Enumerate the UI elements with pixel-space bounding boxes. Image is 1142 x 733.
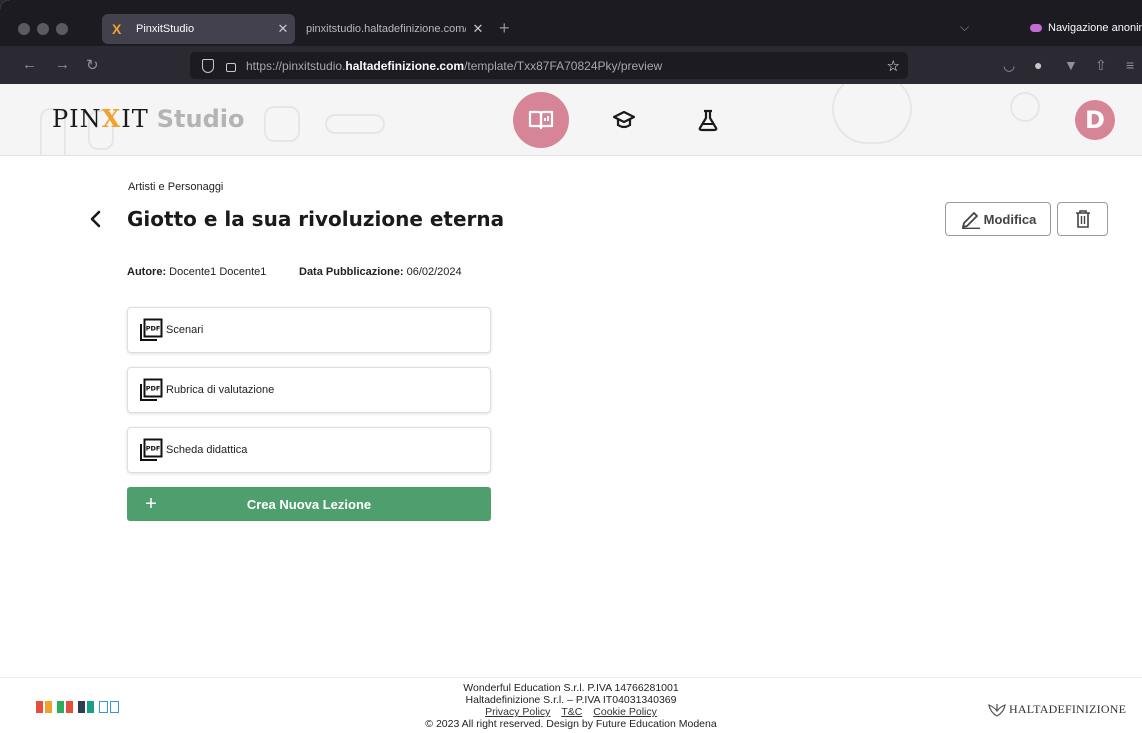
privacy-policy-link[interactable]: Privacy Policy: [485, 706, 550, 718]
close-tab-icon[interactable]: ✕: [271, 21, 295, 37]
background-decoration: [325, 114, 385, 134]
svg-text:PDF: PDF: [146, 325, 161, 333]
private-label: Navigazione anonima: [1048, 22, 1142, 34]
tab-title: PinxitStudio: [136, 23, 195, 35]
back-button[interactable]: [86, 204, 106, 234]
navigation-bar: ← → ↻ https://pinxitstudio.haltadefinizi…: [0, 46, 1142, 84]
page-title: Giotto e la sua rivoluzione eterna: [127, 207, 505, 231]
haltadefinizione-mark-icon: [988, 703, 1006, 717]
pdf-icon: PDF: [140, 318, 163, 341]
pinxit-favicon-icon: X: [112, 21, 122, 37]
bookmark-star-icon[interactable]: ☆: [887, 57, 900, 75]
publication-date-meta: Data Pubblicazione: 06/02/2024: [299, 266, 462, 278]
menu-icon[interactable]: ≡: [1126, 57, 1134, 73]
terms-link[interactable]: T&C: [561, 706, 582, 718]
zoom-window-dot[interactable]: [56, 23, 68, 35]
minimize-window-dot[interactable]: [37, 23, 49, 35]
browser-window: X PinxitStudio ✕ pinxitstudio.haltadefin…: [0, 0, 1142, 733]
site-header: PINXIT Studio D: [0, 84, 1142, 156]
new-tab-icon[interactable]: +: [499, 18, 510, 39]
close-tab-icon[interactable]: ✕: [466, 21, 490, 37]
tracking-shield-icon[interactable]: [202, 58, 214, 73]
lock-icon[interactable]: [226, 63, 236, 72]
pdf-icon: PDF: [140, 378, 163, 401]
lessons-nav-button[interactable]: [513, 92, 569, 148]
background-decoration: [1010, 92, 1040, 122]
footer-copyright: © 2023 All right reserved. Design by Fut…: [425, 718, 717, 730]
footer-links: Privacy Policy T&C Cookie Policy: [0, 706, 1142, 718]
open-book-icon: [528, 110, 554, 130]
forward-arrow-icon[interactable]: →: [55, 56, 70, 73]
private-browsing-indicator: Navigazione anonima: [1030, 22, 1142, 34]
chevron-down-icon[interactable]: ⌵: [960, 20, 969, 35]
private-mask-icon: [1030, 24, 1042, 32]
author-meta: Autore: Docente1 Docente1: [127, 266, 266, 278]
reload-icon[interactable]: ↻: [86, 56, 99, 74]
close-window-dot[interactable]: [18, 23, 30, 35]
tab-preview-url[interactable]: pinxitstudio.haltadefinizione.com/te ✕: [300, 14, 490, 44]
edit-button-label: Modifica: [983, 211, 1037, 227]
tab-title: pinxitstudio.haltadefinizione.com/te: [306, 23, 466, 35]
svg-text:PDF: PDF: [146, 385, 161, 393]
document-item-scheda[interactable]: PDF Scheda didattica: [127, 427, 491, 473]
date-label: Data Pubblicazione:: [299, 266, 404, 278]
share-icon[interactable]: ⇧: [1095, 57, 1107, 74]
document-label: Scheda didattica: [166, 444, 248, 456]
create-new-lesson-button[interactable]: + Crea Nuova Lezione: [127, 487, 491, 521]
svg-text:PDF: PDF: [146, 445, 161, 453]
delete-button[interactable]: [1057, 202, 1108, 236]
document-item-rubrica[interactable]: PDF Rubrica di valutazione: [127, 367, 491, 413]
author-value: Docente1 Docente1: [169, 266, 267, 278]
edit-button[interactable]: Modifica: [945, 202, 1051, 236]
footer-line-haltadefinizione: Haltadefinizione S.r.l. – P.IVA IT040313…: [465, 694, 677, 706]
lab-nav-button[interactable]: [692, 104, 724, 136]
document-label: Scenari: [166, 324, 204, 336]
footer-legal-text: Wonderful Education S.r.l. P.IVA 1476628…: [0, 682, 1142, 730]
create-new-lesson-label: Crea Nuova Lezione: [246, 496, 372, 512]
lesson-category: Artisti e Personaggi: [128, 181, 224, 193]
flask-icon: [698, 109, 718, 132]
background-decoration: [264, 106, 300, 142]
tab-pinxitstudio[interactable]: X PinxitStudio ✕: [102, 14, 295, 44]
extension-icon[interactable]: ●: [1034, 57, 1042, 73]
background-decoration: [832, 84, 912, 144]
graduation-cap-icon: [612, 110, 636, 129]
tab-bar: X PinxitStudio ✕ pinxitstudio.haltadefin…: [0, 0, 1142, 46]
date-value: 06/02/2024: [406, 266, 462, 278]
pencil-icon: [961, 212, 980, 229]
cookie-policy-link[interactable]: Cookie Policy: [593, 706, 657, 718]
url-text[interactable]: https://pinxitstudio.haltadefinizione.co…: [246, 59, 662, 73]
page-footer: Wonderful Education S.r.l. P.IVA 1476628…: [0, 677, 1142, 733]
vpn-icon[interactable]: ▼: [1064, 57, 1078, 73]
document-item-scenari[interactable]: PDF Scenari: [127, 307, 491, 353]
document-label: Rubrica di valutazione: [166, 384, 275, 396]
user-avatar[interactable]: D: [1075, 100, 1115, 140]
back-arrow-icon[interactable]: ←: [22, 56, 37, 73]
pdf-icon: PDF: [140, 438, 163, 461]
haltadefinizione-brand-text: HALTADEFINIZIONE: [1009, 702, 1127, 716]
pocket-icon[interactable]: ◡: [1003, 57, 1015, 74]
haltadefinizione-logo[interactable]: HALTADEFINIZIONE: [988, 702, 1126, 717]
address-bar[interactable]: https://pinxitstudio.haltadefinizione.co…: [190, 52, 908, 79]
chevron-left-icon: [90, 210, 101, 228]
courses-nav-button[interactable]: [608, 104, 640, 136]
pinxit-studio-logo[interactable]: PINXIT Studio: [52, 104, 245, 133]
trash-icon: [1075, 210, 1090, 228]
footer-line-wonderful: Wonderful Education S.r.l. P.IVA 1476628…: [463, 682, 679, 694]
author-label: Autore:: [127, 266, 167, 278]
plus-icon: +: [145, 492, 157, 515]
